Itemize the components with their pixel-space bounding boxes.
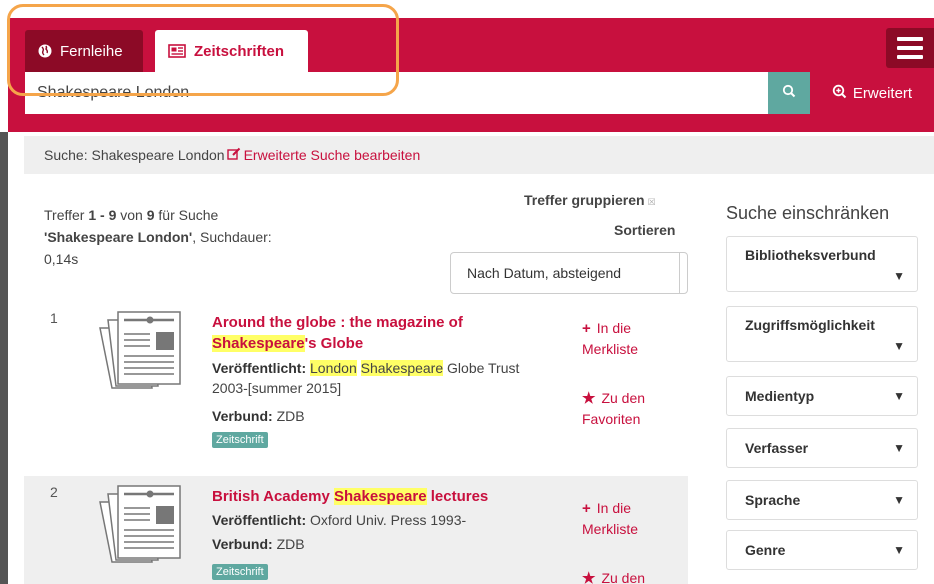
facet-zugriffsmoeglichkeit[interactable]: Zugriffsmöglichkeit ▼ bbox=[726, 306, 918, 362]
result-title-link[interactable]: Around the globe : the magazine of Shake… bbox=[212, 312, 552, 354]
published-text: Oxford Univ. Press 1993- bbox=[310, 512, 467, 528]
verbund-value: ZDB bbox=[276, 536, 305, 552]
media-type-badge: Zeitschrift bbox=[212, 564, 268, 580]
tab-fernleihe-label: Fernleihe bbox=[60, 42, 123, 60]
query-bar: Suche: Shakespeare London Erweiterte Suc… bbox=[24, 136, 934, 174]
query-text: Suche: Shakespeare London bbox=[44, 147, 225, 163]
title-text: Around the globe : the magazine of bbox=[212, 314, 463, 331]
result-title-link[interactable]: British Academy Shakespeare lectures bbox=[212, 486, 552, 507]
search-button[interactable] bbox=[768, 72, 810, 114]
refine-search-title: Suche einschränken bbox=[726, 203, 890, 223]
search-duration: 0,14s bbox=[44, 251, 79, 267]
title-text: British Academy bbox=[212, 488, 334, 505]
published-label: Veröffentlicht: bbox=[212, 512, 307, 528]
title-highlight: Shakespeare bbox=[334, 488, 427, 505]
tab-zeitschriften[interactable]: Zeitschriften bbox=[155, 30, 308, 72]
checkbox-icon: ☒ bbox=[647, 197, 656, 207]
result-item: 2 British Academy Shakespeare lectures V… bbox=[24, 476, 688, 584]
triangle-down-icon: ▼ bbox=[893, 493, 905, 507]
newspaper-icon bbox=[168, 44, 186, 58]
facet-label: Sprache bbox=[745, 492, 801, 508]
triangle-down-icon: ▼ bbox=[893, 339, 905, 353]
result-number: 1 bbox=[50, 310, 58, 326]
sort-select[interactable]: Nach Datum, absteigend bbox=[450, 252, 688, 294]
facet-medientyp[interactable]: Medientyp ▼ bbox=[726, 376, 918, 416]
summary-query: 'Shakespeare London' bbox=[44, 229, 193, 245]
title-text: 's Globe bbox=[304, 335, 364, 352]
sort-value: Nach Datum, absteigend bbox=[467, 265, 622, 281]
tab-fernleihe[interactable]: Fernleihe bbox=[25, 30, 143, 72]
triangle-down-icon: ▼ bbox=[893, 543, 905, 557]
verbund-label: Verbund: bbox=[212, 536, 273, 552]
title-highlight: Shakespeare bbox=[212, 335, 305, 352]
group-results-toggle[interactable]: Treffer gruppieren ☒ bbox=[524, 192, 656, 208]
add-to-favorites-link[interactable]: ★ Zu den Favoriten bbox=[582, 388, 682, 430]
facet-label: Genre bbox=[745, 542, 786, 558]
facet-label: Bibliotheksverbund bbox=[745, 247, 876, 263]
facet-bibliotheksverbund[interactable]: Bibliotheksverbund ▼ bbox=[726, 236, 918, 292]
result-total: 9 bbox=[146, 207, 155, 223]
chevron-down-icon bbox=[679, 253, 687, 293]
left-edge-bar bbox=[0, 132, 8, 584]
zoom-in-icon bbox=[832, 84, 847, 103]
triangle-down-icon: ▼ bbox=[893, 269, 905, 283]
title-text: lectures bbox=[426, 488, 489, 505]
facet-genre[interactable]: Genre ▼ bbox=[726, 530, 918, 570]
result-verbund: Verbund: ZDB bbox=[212, 534, 552, 554]
published-highlight: London bbox=[310, 360, 357, 376]
summary-text: für Suche bbox=[154, 207, 219, 223]
facet-label: Verfasser bbox=[745, 440, 809, 456]
edit-search-label: Erweiterte Suche bearbeiten bbox=[243, 147, 421, 163]
media-type-badge: Zeitschrift bbox=[212, 432, 268, 448]
published-label: Veröffentlicht: bbox=[212, 360, 307, 376]
summary-text: von bbox=[116, 207, 147, 223]
result-published: Veröffentlicht: London Shakespeare Globe… bbox=[212, 358, 552, 398]
result-range: 1 - 9 bbox=[88, 207, 117, 223]
add-to-favorites-label: Zu den bbox=[601, 570, 646, 584]
triangle-down-icon: ▼ bbox=[893, 441, 905, 455]
result-number: 2 bbox=[50, 484, 58, 500]
header-bar: Fernleihe Zeitschriften Erweitert bbox=[8, 18, 934, 132]
add-to-list-link[interactable]: + In die Merkliste bbox=[582, 318, 682, 360]
published-highlight: Shakespeare bbox=[360, 360, 444, 376]
search-input[interactable] bbox=[25, 72, 768, 114]
verbund-label: Verbund: bbox=[212, 408, 273, 424]
edit-icon bbox=[226, 147, 241, 163]
add-to-favorites-link[interactable]: ★ Zu den bbox=[582, 568, 682, 584]
plus-icon: + bbox=[582, 320, 591, 337]
result-item: 1 Around the globe : the magazine of Sha… bbox=[24, 302, 688, 464]
group-results-label: Treffer gruppieren bbox=[524, 192, 645, 208]
verbund-value: ZDB bbox=[276, 408, 305, 424]
hamburger-menu-icon[interactable] bbox=[886, 28, 934, 68]
advanced-search-button[interactable]: Erweitert bbox=[810, 72, 934, 114]
facet-verfasser[interactable]: Verfasser ▼ bbox=[726, 428, 918, 468]
triangle-down-icon: ▼ bbox=[893, 389, 905, 403]
facet-sprache[interactable]: Sprache ▼ bbox=[726, 480, 918, 520]
results-summary: Treffer 1 - 9 von 9 für Suche 'Shakespea… bbox=[44, 204, 344, 270]
summary-text: Treffer bbox=[44, 207, 89, 223]
facet-label: Zugriffsmöglichkeit bbox=[745, 317, 875, 333]
star-icon: ★ bbox=[582, 390, 596, 407]
edit-search-link[interactable]: Erweiterte Suche bearbeiten bbox=[226, 147, 421, 163]
summary-text: , Suchdauer: bbox=[192, 229, 272, 245]
tab-zeitschriften-label: Zeitschriften bbox=[194, 42, 285, 60]
sort-label: Sortieren bbox=[614, 222, 676, 238]
advanced-search-label: Erweitert bbox=[852, 84, 913, 102]
journal-thumbnail-icon bbox=[94, 480, 182, 573]
search-icon bbox=[782, 84, 796, 103]
result-published: Veröffentlicht: Oxford Univ. Press 1993- bbox=[212, 510, 552, 530]
journal-thumbnail-icon bbox=[94, 306, 182, 399]
result-verbund: Verbund: ZDB bbox=[212, 406, 552, 426]
star-icon: ★ bbox=[582, 570, 596, 584]
globe-icon bbox=[38, 44, 52, 58]
plus-icon: + bbox=[582, 500, 591, 517]
facet-label: Medientyp bbox=[745, 388, 815, 404]
add-to-list-link[interactable]: + In die Merkliste bbox=[582, 498, 682, 540]
